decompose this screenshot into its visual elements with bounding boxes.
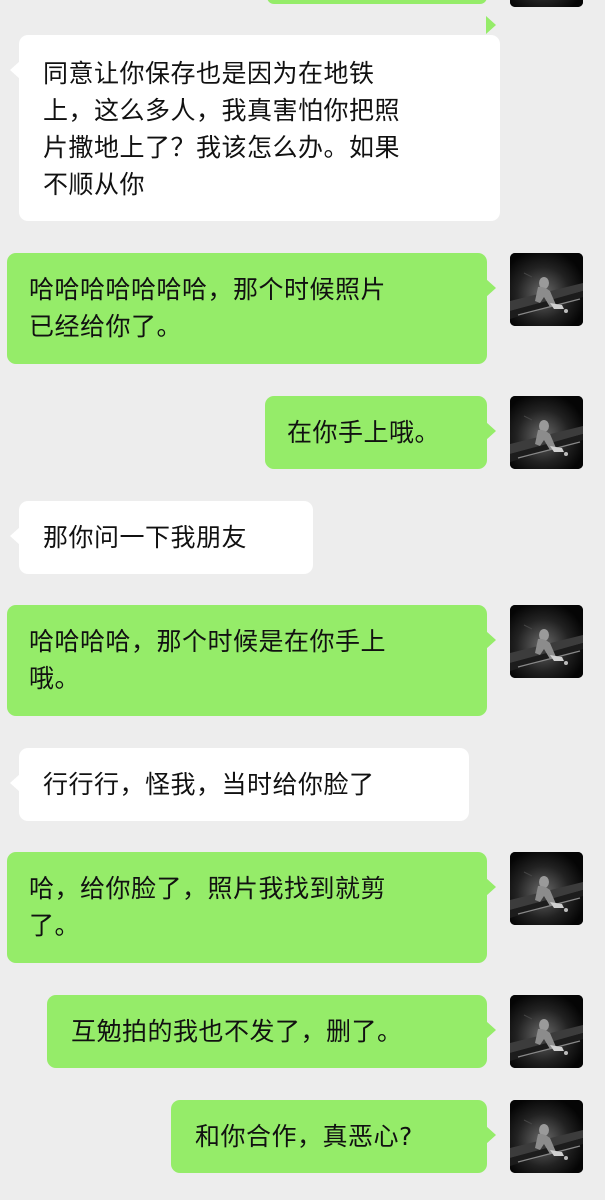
avatar-photo-icon xyxy=(510,396,583,469)
outgoing-message-bubble[interactable]: 互勉拍的我也不发了，删了。 xyxy=(47,995,496,1068)
message-text-line: 哈，给你脸了，照片我找到就剪 xyxy=(29,874,387,903)
message-text-line: 已经给你了。 xyxy=(29,312,183,341)
avatar-photo-icon xyxy=(510,605,583,678)
message-text: 那你问一下我朋友 xyxy=(43,523,248,552)
message-text-line: 哈哈哈哈哈哈哈，那个时候照片 xyxy=(29,275,387,304)
outgoing-message-bubble[interactable]: 在你手上哦。 xyxy=(265,396,496,469)
avatar-photo-icon xyxy=(510,995,583,1068)
outgoing-message-bubble[interactable]: 哈哈哈哈哈哈哈，那个时候照片 已经给你了。 xyxy=(7,253,496,364)
avatar-photo-icon xyxy=(510,0,583,7)
message-text: 和你合作，真恶心? xyxy=(195,1122,413,1151)
message-text-line: 同意让你保存也是因为在地铁 xyxy=(43,59,375,88)
previous-message-bubble[interactable] xyxy=(267,0,496,34)
message-text-line: 哦。 xyxy=(29,664,81,693)
avatar-photo-icon xyxy=(510,253,583,326)
message-text: 互勉拍的我也不发了，删了。 xyxy=(71,1017,403,1046)
self-avatar[interactable] xyxy=(510,1100,583,1173)
outgoing-message-bubble[interactable]: 和你合作，真恶心? xyxy=(171,1100,496,1173)
self-avatar[interactable] xyxy=(510,852,583,925)
message-text-line: 片撒地上了？我该怎么办。如果 xyxy=(43,133,401,162)
message-text-line: 上，这么多人，我真害怕你把照 xyxy=(43,96,401,125)
outgoing-message-bubble[interactable]: 哈哈哈哈，那个时候是在你手上 哦。 xyxy=(7,605,496,716)
self-avatar[interactable] xyxy=(510,995,583,1068)
message-text: 行行行，怪我，当时给你脸了 xyxy=(43,770,375,799)
incoming-message-bubble[interactable]: 同意让你保存也是因为在地铁 上，这么多人，我真害怕你把照 片撒地上了？我该怎么办… xyxy=(10,35,500,221)
self-avatar[interactable] xyxy=(510,605,583,678)
self-avatar[interactable] xyxy=(510,396,583,469)
message-text: 在你手上哦。 xyxy=(287,418,441,447)
message-text-line: 不顺从你 xyxy=(43,170,146,199)
outgoing-message-bubble[interactable]: 哈，给你脸了，照片我找到就剪 了。 xyxy=(7,852,496,963)
avatar-photo-icon xyxy=(510,852,583,925)
message-text-line: 哈哈哈哈，那个时候是在你手上 xyxy=(29,627,387,656)
self-avatar[interactable] xyxy=(510,253,583,326)
incoming-message-bubble[interactable]: 行行行，怪我，当时给你脸了 xyxy=(10,748,469,821)
self-avatar[interactable] xyxy=(510,0,583,7)
incoming-message-bubble[interactable]: 那你问一下我朋友 xyxy=(10,501,313,574)
message-text-line: 了。 xyxy=(29,911,81,940)
avatar-photo-icon xyxy=(510,1100,583,1173)
chat-window: 同意让你保存也是因为在地铁 上，这么多人，我真害怕你把照 片撒地上了？我该怎么办… xyxy=(0,0,605,1200)
